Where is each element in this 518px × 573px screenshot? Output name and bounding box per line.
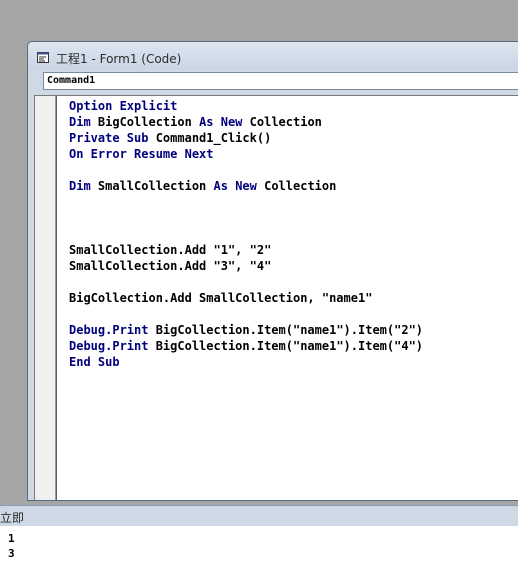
immediate-window[interactable]: 1 3 — [0, 526, 518, 573]
immediate-window-title: 立即 — [0, 511, 25, 525]
code-line[interactable]: End Sub — [69, 354, 423, 370]
code-window-titlebar[interactable]: 工程1 - Form1 (Code) — [28, 42, 518, 70]
code-line[interactable] — [69, 306, 423, 322]
code-token: BigCollection.Add SmallCollection, "name… — [69, 291, 373, 305]
code-line[interactable]: Private Sub Command1_Click() — [69, 130, 423, 146]
object-combo-value: Command1 — [47, 75, 96, 86]
code-line[interactable]: BigCollection.Add SmallCollection, "name… — [69, 290, 423, 306]
immediate-window-titlebar[interactable]: 立即 — [0, 505, 518, 526]
code-line[interactable] — [69, 226, 423, 242]
code-token: Collection — [256, 179, 337, 193]
code-line[interactable] — [69, 194, 423, 210]
code-token: SmallCollection.Add "3", "4" — [69, 259, 272, 273]
code-line[interactable] — [69, 210, 423, 226]
object-combo-box[interactable]: Command1 — [43, 72, 518, 90]
code-line[interactable]: Dim BigCollection As New Collection — [69, 114, 423, 130]
code-token: BigCollection — [90, 115, 200, 129]
code-line[interactable]: Debug.Print BigCollection.Item("name1").… — [69, 338, 423, 354]
code-token: SmallCollection.Add "1", "2" — [69, 243, 272, 257]
code-keyword: On Error Resume Next — [69, 147, 214, 161]
code-window[interactable]: 工程1 - Form1 (Code) Command1 Option Expli… — [27, 41, 518, 501]
code-window-title: 工程1 - Form1 (Code) — [56, 52, 182, 66]
code-line[interactable]: SmallCollection.Add "3", "4" — [69, 258, 423, 274]
code-keyword: Dim — [69, 115, 91, 129]
code-keyword: Debug.Print — [69, 339, 149, 353]
breakpoint-margin[interactable] — [35, 96, 56, 500]
desktop-background: 工程1 - Form1 (Code) Command1 Option Expli… — [0, 0, 518, 573]
code-token: SmallCollection — [90, 179, 214, 193]
code-line[interactable] — [69, 274, 423, 290]
code-token: BigCollection.Item("name1").Item("4") — [148, 339, 424, 353]
code-keyword: Dim — [69, 179, 91, 193]
code-keyword: Option Explicit — [69, 99, 178, 113]
code-line[interactable]: Dim SmallCollection As New Collection — [69, 178, 423, 194]
code-keyword: End Sub — [69, 355, 120, 369]
code-keyword: Debug.Print — [69, 323, 149, 337]
code-editor[interactable]: Option Explicit Dim BigCollection As New … — [34, 95, 518, 500]
immediate-output-line: 3 — [8, 547, 15, 560]
immediate-output-line: 1 — [8, 532, 15, 545]
code-keyword: Private Sub — [69, 131, 149, 145]
code-keyword: As New — [199, 115, 243, 129]
code-token: BigCollection.Item("name1").Item("2") — [148, 323, 424, 337]
margin-divider — [56, 96, 57, 500]
code-line[interactable]: SmallCollection.Add "1", "2" — [69, 242, 423, 258]
code-token: Collection — [242, 115, 322, 129]
code-keyword: As New — [213, 179, 257, 193]
code-text[interactable]: Option Explicit Dim BigCollection As New … — [69, 98, 423, 370]
vb-code-window-icon — [37, 52, 49, 63]
code-line[interactable]: On Error Resume Next — [69, 146, 423, 162]
code-token: Command1_Click() — [148, 131, 272, 145]
code-line[interactable]: Option Explicit — [69, 98, 423, 114]
code-line[interactable]: Debug.Print BigCollection.Item("name1").… — [69, 322, 423, 338]
code-line[interactable] — [69, 162, 423, 178]
